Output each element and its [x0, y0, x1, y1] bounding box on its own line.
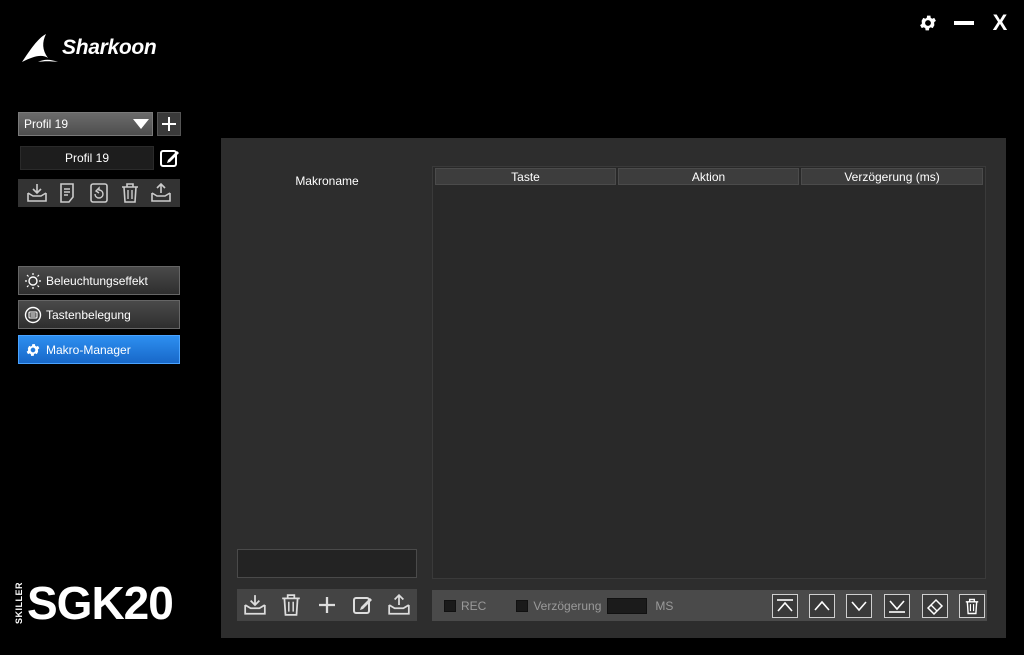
column-header-key: Taste	[435, 168, 616, 185]
move-up-icon	[814, 600, 830, 611]
nav-item-macro-manager[interactable]: Makro-Manager	[18, 335, 180, 364]
export-icon	[388, 594, 410, 615]
delay-unit-label: MS	[655, 598, 674, 613]
move-down-button[interactable]	[846, 594, 872, 618]
column-header-action: Aktion	[618, 168, 799, 185]
delete-macro-button[interactable]	[277, 592, 305, 618]
minimize-icon	[954, 21, 974, 25]
settings-button[interactable]	[917, 12, 939, 34]
nav-item-label: Beleuchtungseffekt	[46, 273, 148, 288]
chevron-down-icon	[130, 113, 152, 135]
profile-toolbar	[18, 179, 180, 207]
export-profile-button[interactable]	[148, 181, 174, 205]
move-top-icon	[777, 599, 793, 612]
edit-profile-button[interactable]	[158, 146, 182, 170]
import-icon	[27, 184, 48, 202]
column-header-delay: Verzögerung (ms)	[801, 168, 983, 185]
delay-input[interactable]	[607, 597, 648, 614]
delete-profile-button[interactable]	[117, 181, 143, 205]
import-profile-button[interactable]	[24, 181, 50, 205]
trash-icon	[965, 598, 979, 614]
clear-button[interactable]	[922, 594, 948, 618]
import-icon	[244, 595, 266, 615]
table-header: Taste Aktion Verzögerung (ms)	[433, 167, 985, 185]
product-brand: SKILLER SGK20	[14, 577, 174, 629]
move-bottom-button[interactable]	[884, 594, 910, 618]
reset-profile-button[interactable]	[86, 181, 112, 205]
delay-label: Verzögerung	[533, 598, 602, 613]
macro-toolbar	[237, 589, 417, 621]
edit-icon	[353, 597, 372, 614]
reset-icon	[90, 183, 108, 203]
nav-item-label: Makro-Manager	[46, 342, 131, 357]
gear-icon	[24, 341, 42, 359]
export-macro-button[interactable]	[385, 592, 413, 618]
gear-icon	[920, 15, 936, 31]
export-icon	[150, 183, 171, 202]
add-profile-button[interactable]	[157, 112, 181, 136]
move-top-button[interactable]	[772, 594, 798, 618]
sharkoon-logo: Sharkoon	[20, 32, 157, 64]
rec-label: REC	[461, 598, 487, 613]
brand-series: SKILLER	[14, 581, 24, 624]
plus-icon	[162, 117, 176, 131]
nav-item-label: Tastenbelegung	[46, 307, 131, 322]
edit-icon	[160, 150, 179, 167]
macro-list[interactable]	[237, 194, 417, 542]
eraser-icon	[926, 598, 944, 615]
minimize-button[interactable]	[953, 12, 975, 34]
notes-icon	[60, 183, 74, 203]
brand-model: SGK20	[27, 577, 174, 629]
trash-icon	[282, 594, 300, 616]
close-label: X	[992, 10, 1008, 35]
add-macro-button[interactable]	[313, 592, 341, 618]
profile-dropdown-value: Profil 19	[24, 117, 69, 131]
trash-icon	[121, 183, 138, 203]
macro-list-title: Makroname	[295, 174, 359, 188]
close-button[interactable]: X	[989, 10, 1011, 35]
shark-fin-icon	[22, 34, 58, 62]
profile-name-field[interactable]: Profil 19	[20, 146, 154, 170]
profile-dropdown[interactable]: Profil 19	[18, 112, 153, 136]
keyboard-icon	[24, 306, 42, 324]
macro-record-bar: REC Verzögerung MS	[432, 590, 987, 621]
delay-checkbox[interactable]	[516, 599, 529, 612]
delete-action-button[interactable]	[959, 594, 985, 618]
macro-name-input[interactable]	[237, 549, 417, 578]
notes-profile-button[interactable]	[55, 181, 81, 205]
light-bulb-icon	[24, 272, 42, 290]
macro-actions-table[interactable]: Taste Aktion Verzögerung (ms)	[432, 166, 986, 579]
move-up-button[interactable]	[809, 594, 835, 618]
rec-checkbox[interactable]	[444, 599, 456, 612]
import-macro-button[interactable]	[241, 592, 269, 618]
logo-text: Sharkoon	[62, 36, 157, 59]
nav-item-lighting[interactable]: Beleuchtungseffekt	[18, 266, 180, 295]
rename-macro-button[interactable]	[349, 592, 377, 618]
move-down-icon	[851, 601, 867, 612]
move-bottom-icon	[889, 600, 905, 613]
macro-manager-panel: Makroname Taste Aktion Verzögerung (ms) …	[221, 138, 1006, 638]
nav-item-keyassignment[interactable]: Tastenbelegung	[18, 300, 180, 329]
plus-icon	[319, 597, 335, 613]
